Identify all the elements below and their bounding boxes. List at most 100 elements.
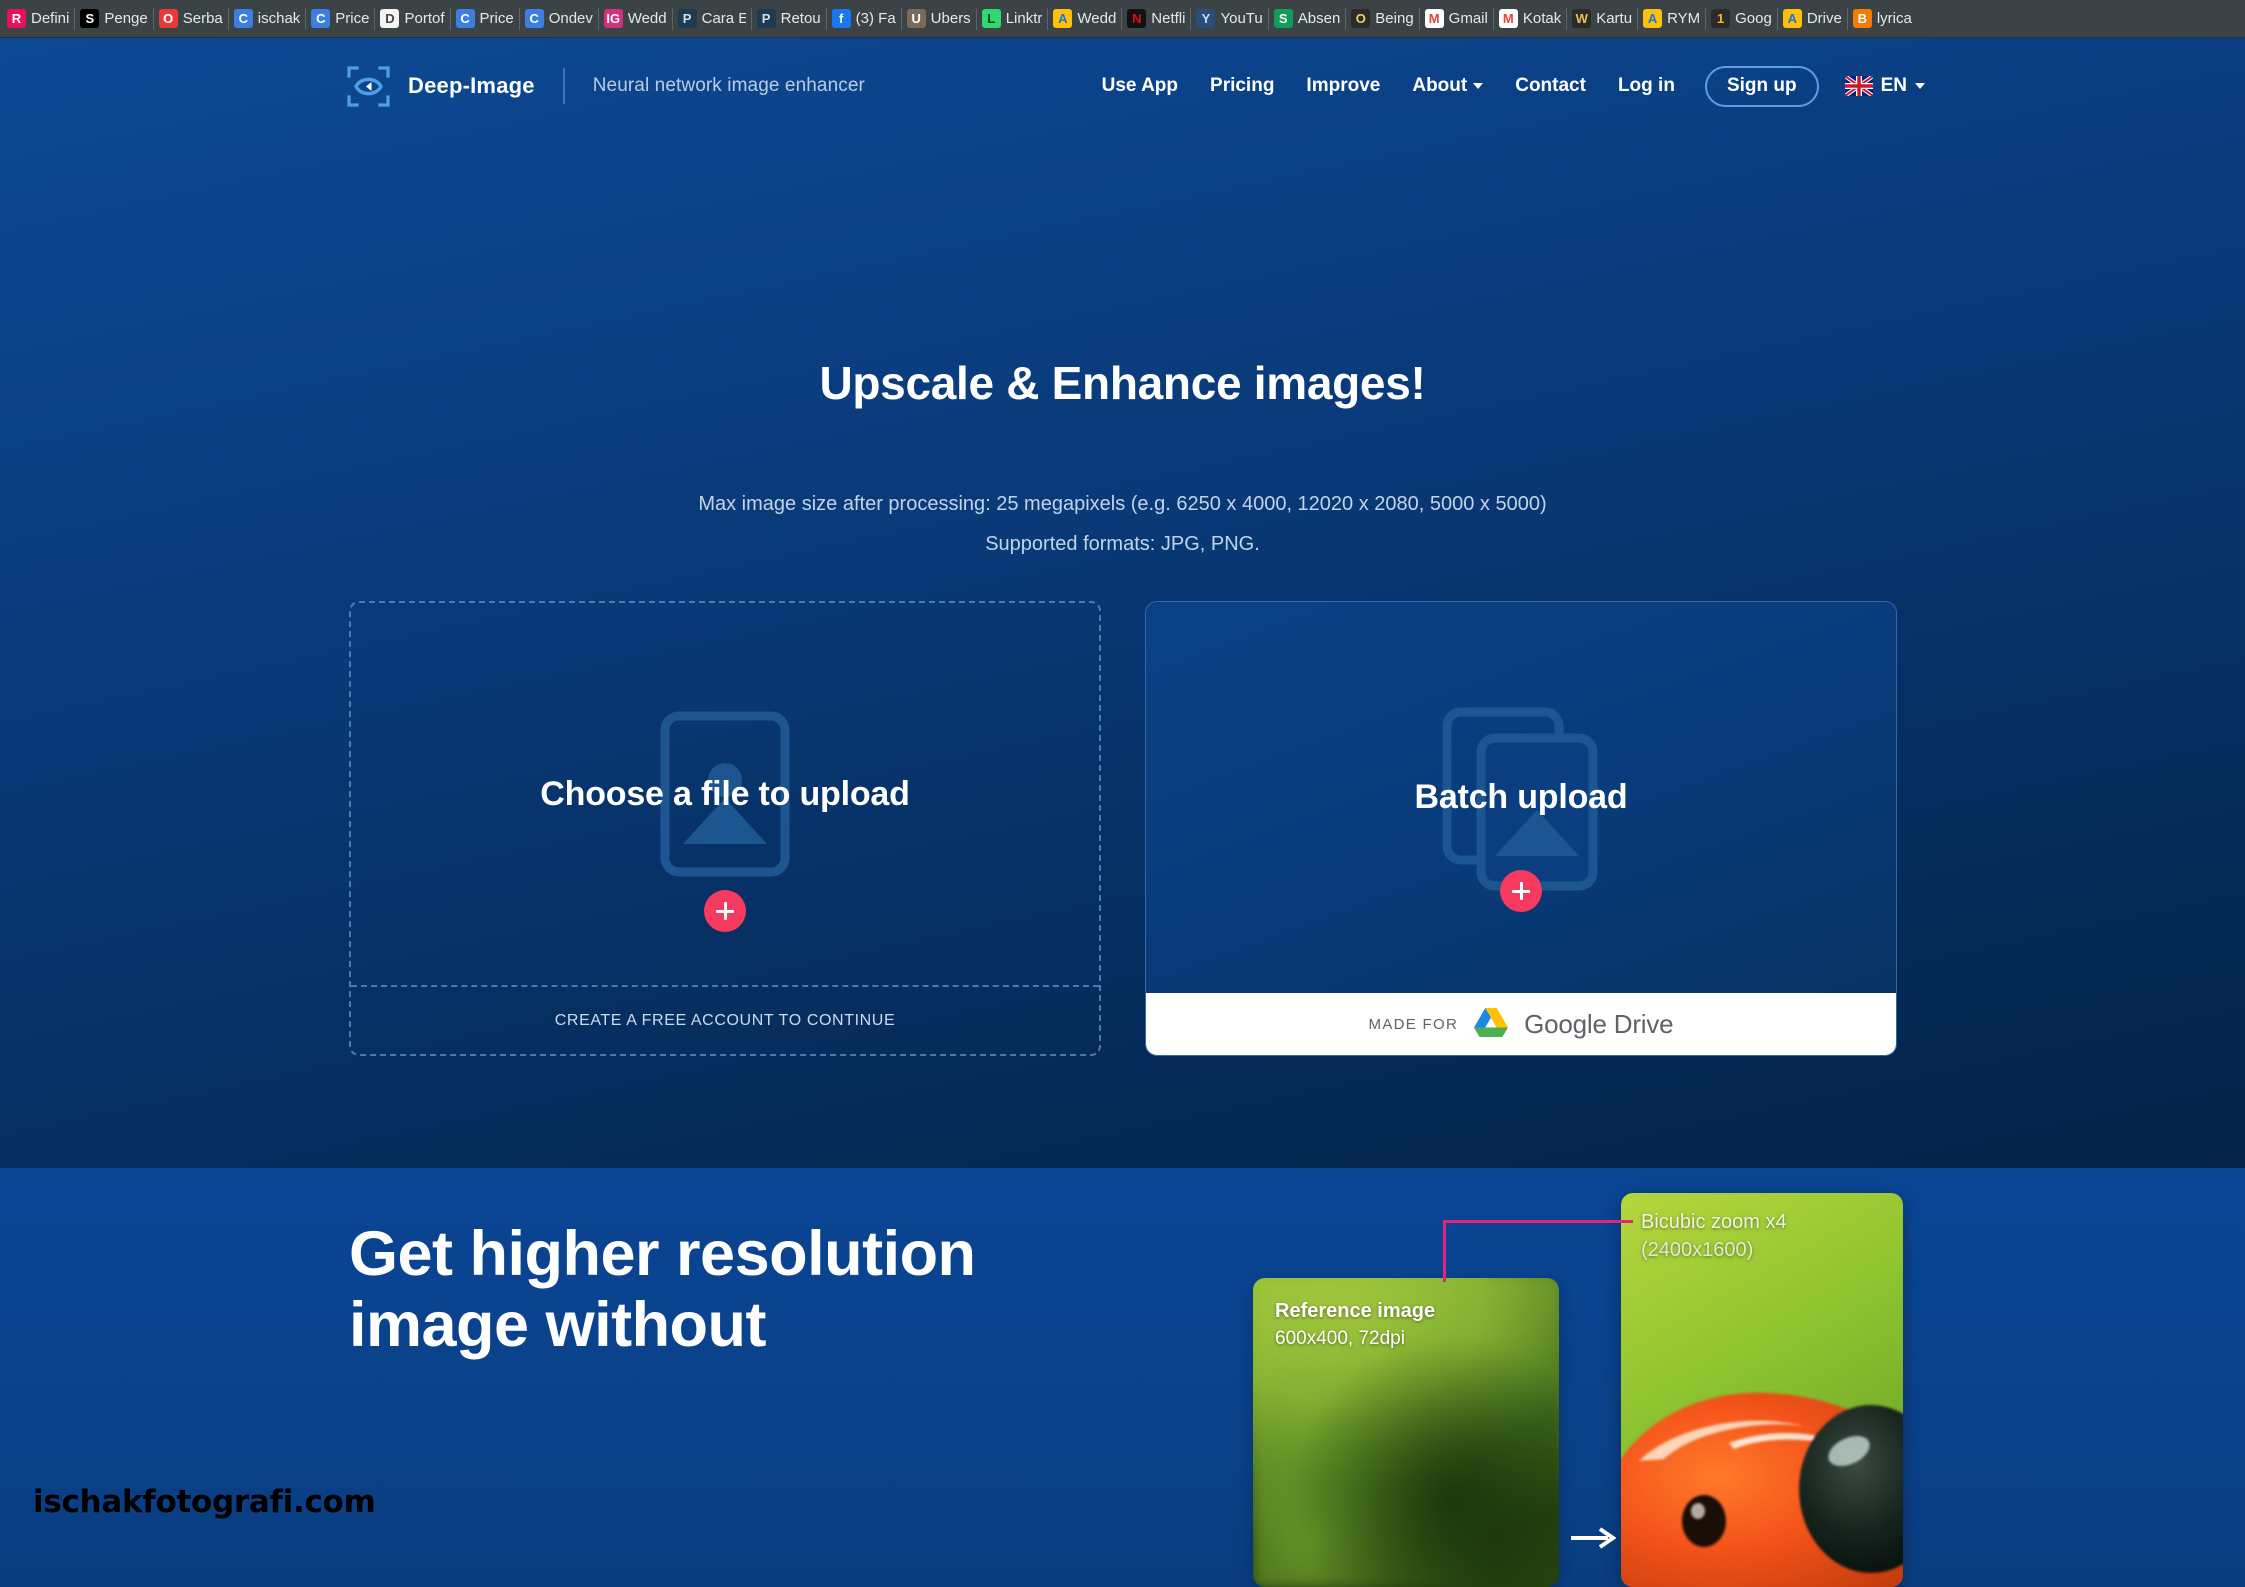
nav-item-about[interactable]: About	[1396, 75, 1499, 97]
brand-tagline: Neural network image enhancer	[592, 75, 865, 96]
bookmark-label: Wedd	[627, 10, 667, 27]
bookmark-label: ischak	[257, 10, 301, 27]
bookmark-favicon-icon: M	[1424, 9, 1444, 28]
single-upload-add-button[interactable]	[704, 890, 746, 932]
batch-upload-dropzone[interactable]: Batch upload	[1146, 602, 1896, 993]
nav-item-contact[interactable]: Contact	[1499, 75, 1602, 97]
brand-logo[interactable]: Deep-Image Neural network image enhancer	[345, 63, 865, 110]
single-image-placeholder-icon	[625, 694, 825, 894]
bookmark-item[interactable]: IG Wedd	[599, 4, 672, 34]
reference-image-subtitle: 600x400, 72dpi	[1275, 1328, 1405, 1349]
uk-flag-icon	[1844, 76, 1873, 96]
sign-up-button[interactable]: Sign up	[1704, 65, 1819, 107]
create-free-account-link[interactable]: CREATE A FREE ACCOUNT TO CONTINUE	[351, 987, 1099, 1054]
bookmark-favicon-icon: Y	[1196, 9, 1216, 28]
bookmark-favicon-icon: A	[1782, 9, 1802, 28]
nav-item-label: About	[1412, 75, 1468, 96]
higher-resolution-section: Get higher resolution image without Refe…	[0, 1168, 2245, 1587]
bookmark-item[interactable]: 1 Goog	[1706, 4, 1777, 34]
bookmark-item[interactable]: C Price	[306, 4, 374, 34]
bookmark-label: Penge	[104, 10, 148, 27]
bookmark-label: Cara E	[701, 10, 746, 27]
site-watermark: ischakfotografi.com	[33, 1484, 376, 1520]
image-comparison-group: Reference image 600x400, 72dpi Bicubic z…	[1253, 1168, 2153, 1587]
bookmark-label: Being	[1375, 10, 1414, 27]
single-upload-dropzone[interactable]: Choose a file to upload	[351, 603, 1099, 987]
bookmark-label: Price	[479, 10, 514, 27]
section-heading-line1: Get higher resolution	[349, 1219, 976, 1289]
nav-item-label: Use App	[1101, 75, 1179, 96]
chevron-down-icon	[1473, 83, 1484, 89]
bookmark-item[interactable]: C Ondev	[520, 4, 598, 34]
hero-section: Deep-Image Neural network image enhancer…	[0, 38, 2245, 1168]
reference-image-card: Reference image 600x400, 72dpi	[1253, 1278, 1559, 1587]
bookmark-item[interactable]: A Wedd	[1048, 4, 1121, 34]
brand-name: Deep-Image	[408, 73, 535, 98]
nav-item-use-app[interactable]: Use App	[1086, 75, 1194, 97]
bookmark-item[interactable]: Cischak	[229, 4, 306, 34]
main-navigation: Use App Pricing Improve About Contact Log in S…	[1086, 65, 1925, 107]
bookmark-item[interactable]: O Serba	[154, 4, 228, 34]
bookmark-item[interactable]: S Absen	[1269, 4, 1346, 34]
nav-item-label: Log in	[1617, 75, 1675, 96]
bookmark-item[interactable]: W Kartu	[1567, 4, 1637, 34]
bookmark-label: Ondev	[548, 10, 593, 27]
bookmark-favicon-icon: O	[1351, 9, 1371, 28]
section-heading: Get higher resolution image without	[349, 1219, 1149, 1360]
nav-item-log-in[interactable]: Log in	[1602, 75, 1691, 97]
bookmark-item[interactable]: R Defini	[2, 4, 74, 34]
bookmark-label: Goog	[1735, 10, 1772, 27]
bookmark-favicon-icon: P	[677, 9, 697, 28]
nav-item-improve[interactable]: Improve	[1290, 75, 1396, 97]
bookmark-item[interactable]: M Kotak	[1494, 4, 1566, 34]
bookmark-label: Retou	[780, 10, 821, 27]
hero-subtitle-max-size: Max image size after processing: 25 mega…	[698, 493, 1547, 515]
bookmark-favicon-icon: W	[1572, 9, 1592, 28]
bookmark-item[interactable]: O Being	[1346, 4, 1418, 34]
bookmark-favicon-icon: D	[380, 9, 400, 28]
bookmark-item[interactable]: C Price	[451, 4, 519, 34]
bookmark-item[interactable]: P Cara E	[673, 4, 751, 34]
google-drive-icon	[1474, 1007, 1509, 1042]
bookmark-item[interactable]: Y YouTu	[1191, 4, 1267, 34]
bookmark-favicon-icon: 1	[1711, 9, 1731, 28]
bookmark-item[interactable]: D Portof	[375, 4, 449, 34]
bookmark-favicon-icon: P	[756, 9, 776, 28]
bookmark-item[interactable]: P Retou	[752, 4, 826, 34]
bookmark-favicon-icon: IG	[603, 9, 623, 28]
bookmark-item[interactable]: f (3) Fa	[827, 4, 901, 34]
frog-photo	[1621, 1392, 1903, 1587]
made-for-label: MADE FOR	[1368, 1015, 1459, 1033]
bookmark-favicon-icon: C	[311, 9, 331, 28]
bookmark-item[interactable]: M Gmail	[1420, 4, 1493, 34]
bookmark-item[interactable]: N Netfli	[1122, 4, 1190, 34]
page-content: Deep-Image Neural network image enhancer…	[0, 38, 2245, 1587]
bookmark-favicon-icon: O	[158, 9, 178, 28]
language-label: EN	[1880, 75, 1907, 96]
bookmark-favicon-icon: R	[7, 9, 26, 28]
bookmark-item[interactable]: S Penge	[75, 4, 152, 34]
bicubic-zoom-title: Bicubic zoom x4	[1641, 1211, 1787, 1233]
bookmark-item[interactable]: L Linktr	[977, 4, 1048, 34]
language-selector[interactable]: EN	[1844, 75, 1925, 97]
bookmark-label: Linktr	[1005, 10, 1043, 27]
bookmark-label: Absen	[1297, 10, 1341, 27]
bookmark-label: Defini	[31, 10, 70, 27]
bookmark-label: Netfli	[1151, 10, 1186, 27]
batch-images-placeholder-icon	[1421, 698, 1621, 898]
bookmark-item[interactable]: Blyrica	[1848, 4, 1917, 34]
bookmark-item[interactable]: A Drive	[1778, 4, 1847, 34]
bookmark-favicon-icon: U	[906, 9, 926, 28]
google-drive-footer[interactable]: MADE FOR Google Drive	[1146, 993, 1896, 1055]
bookmark-item[interactable]: U Ubers	[902, 4, 976, 34]
bookmark-label: Kotak	[1522, 10, 1562, 27]
bookmark-favicon-icon: B	[1852, 9, 1872, 28]
nav-item-pricing[interactable]: Pricing	[1194, 75, 1290, 97]
batch-upload-panel[interactable]: Batch upload MADE FOR Google Drive	[1145, 601, 1897, 1056]
bookmark-label: Gmail	[1448, 10, 1488, 27]
single-upload-panel[interactable]: Choose a file to upload CREATE A FREE AC…	[349, 601, 1101, 1056]
batch-upload-add-button[interactable]	[1500, 870, 1542, 912]
bookmark-label: Wedd	[1077, 10, 1117, 27]
bookmark-item[interactable]: A RYM	[1638, 4, 1705, 34]
bookmark-favicon-icon: f	[831, 9, 851, 28]
